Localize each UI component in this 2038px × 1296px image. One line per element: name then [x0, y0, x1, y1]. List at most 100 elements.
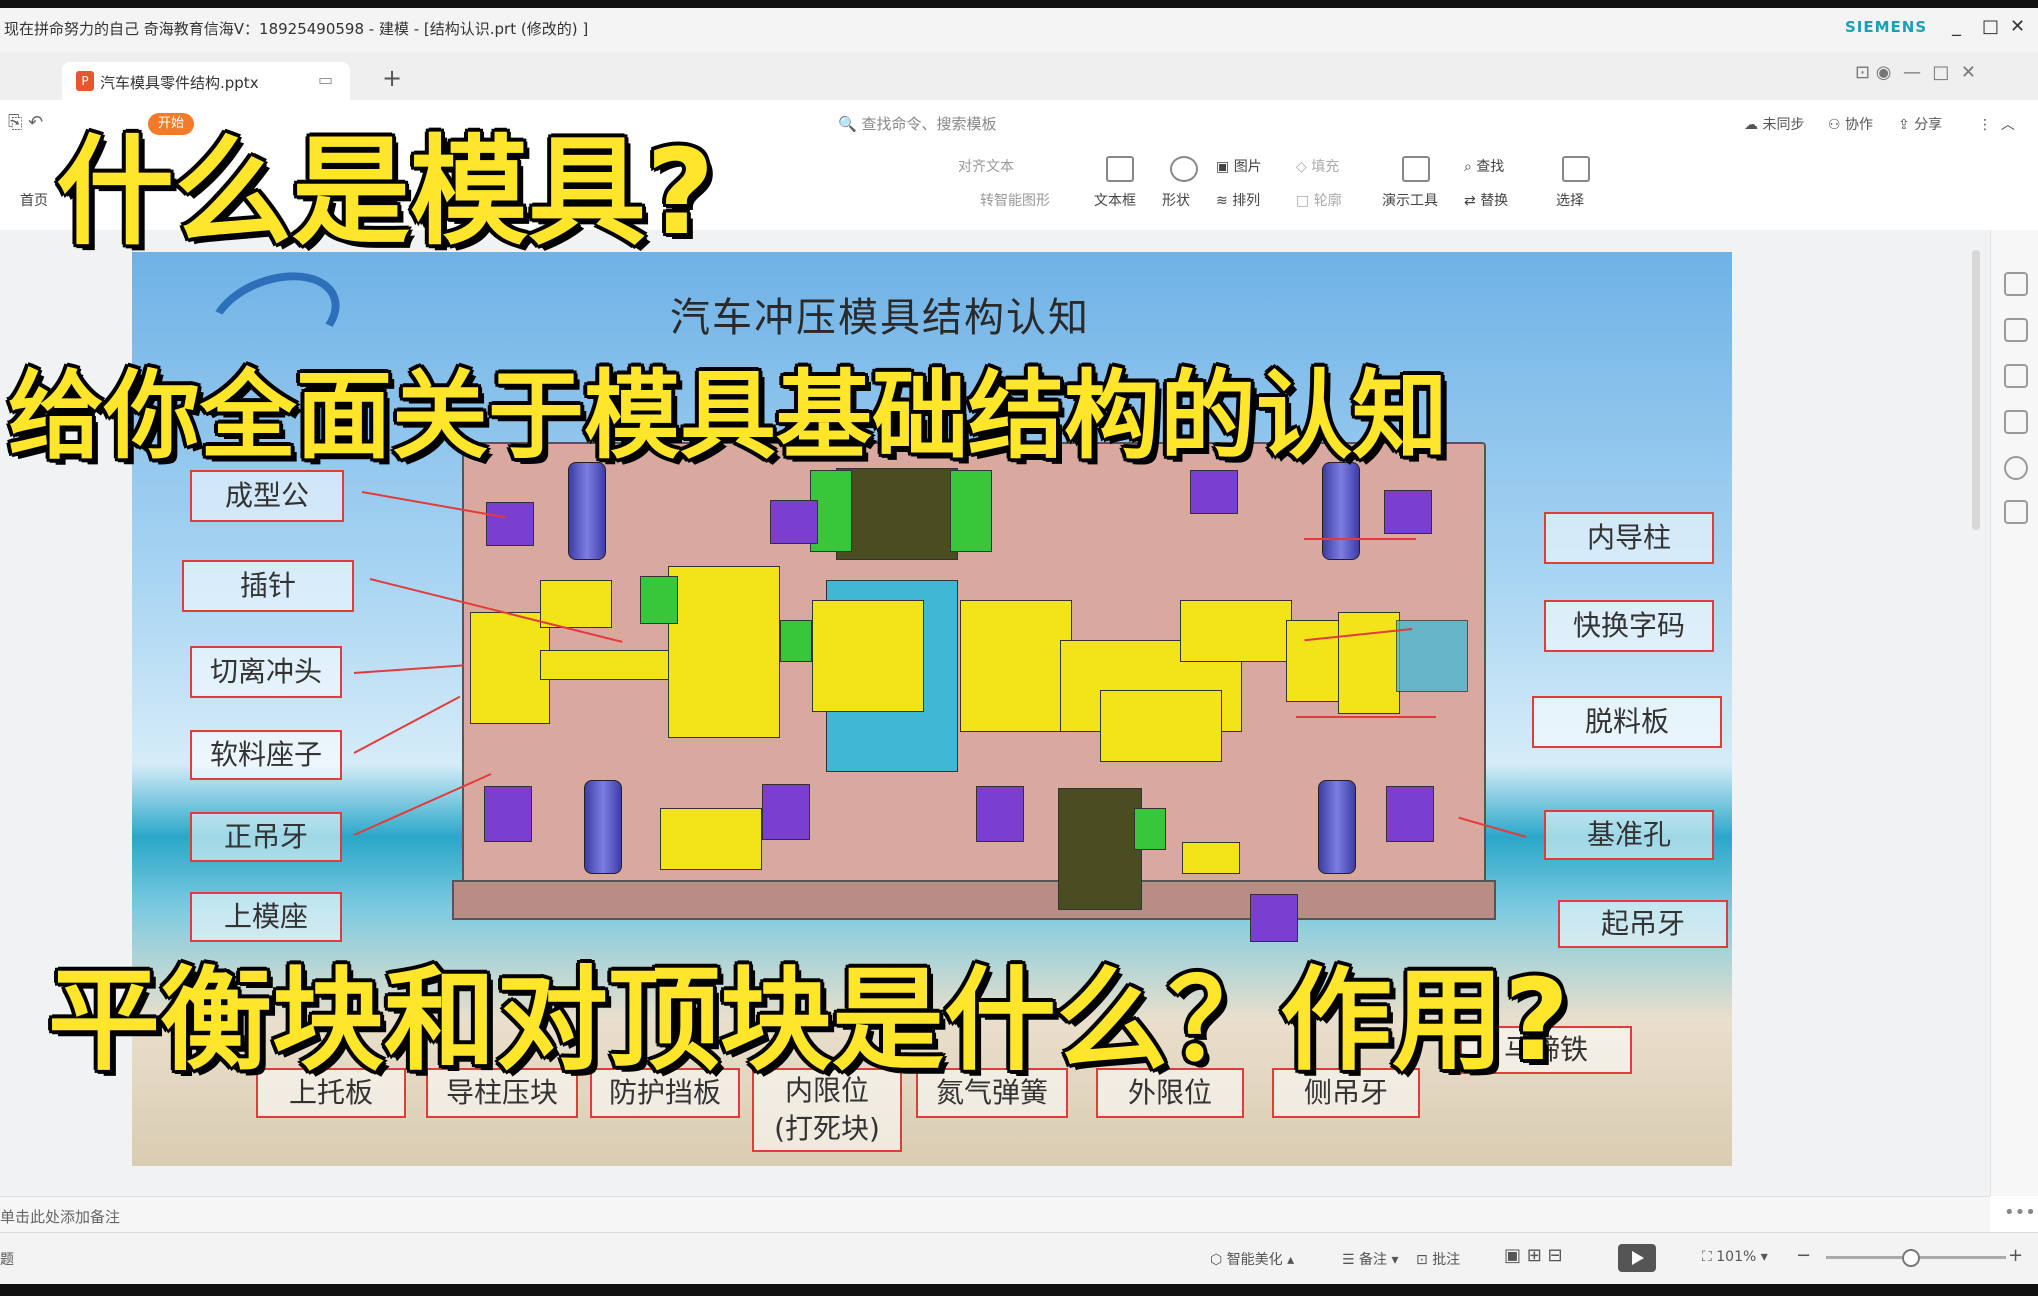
ribbon-image[interactable]: ▣ 图片: [1216, 156, 1262, 176]
label-material-seat: 软料座子: [190, 730, 342, 780]
die-part: [1058, 788, 1142, 910]
die-part: [836, 468, 958, 560]
animation-icon[interactable]: [2004, 364, 2028, 388]
file-icon[interactable]: ⎘ ↶: [8, 112, 43, 133]
leader-line: [1296, 716, 1436, 718]
style-icon[interactable]: [2004, 272, 2028, 296]
label-forming-punch: 成型公: [190, 470, 344, 522]
close-button[interactable]: ✕: [2010, 16, 2025, 37]
die-part: [950, 470, 992, 552]
share-label: 分享: [1914, 117, 1943, 133]
ribbon-replace[interactable]: ⇄ 替换: [1464, 190, 1508, 210]
ribbon-find[interactable]: ⌕ 查找: [1464, 156, 1504, 176]
die-part: [540, 580, 612, 628]
zoom-slider-handle[interactable]: [1902, 1249, 1920, 1267]
die-part: [484, 786, 532, 842]
zoom-in-button[interactable]: +: [2008, 1245, 2023, 1266]
shape-icon: [1170, 156, 1198, 182]
ribbon-select[interactable]: 选择: [1556, 190, 1584, 210]
ribbon-outline-label: 轮廓: [1313, 193, 1342, 209]
window-title: 现在拼命努力的自己 奇海教育信海V：18925490598 - 建模 - [结构…: [4, 20, 589, 38]
backup-icon[interactable]: [2004, 500, 2028, 524]
ribbon-arrange[interactable]: ≋ 排列: [1216, 190, 1260, 210]
die-part: [960, 600, 1072, 732]
die-part: [660, 808, 762, 870]
leader-line: [1304, 538, 1416, 540]
fit-icon[interactable]: ⛶ 101% ▾: [1702, 1249, 1768, 1265]
die-part: [780, 620, 812, 662]
tab-document-label: 汽车模具零件结构.pptx: [100, 74, 259, 92]
smart-beautify-button[interactable]: ⬡ 智能美化 ▴: [1210, 1249, 1294, 1269]
die-part: [1100, 690, 1222, 762]
brand-logo: SIEMENS: [1845, 18, 1928, 36]
more-icon[interactable]: •••: [2004, 1202, 2036, 1223]
zoom-out-button[interactable]: −: [1796, 1245, 1811, 1266]
ribbon-smart-art[interactable]: 转智能图形: [980, 190, 1050, 210]
die-part: [1386, 786, 1434, 842]
ribbon-fill-label: 填充: [1311, 159, 1340, 175]
more-icon[interactable]: ⋮ ︿: [1978, 114, 2015, 134]
notes-toggle-label: 备注: [1359, 1252, 1388, 1268]
ribbon-image-label: 图片: [1233, 159, 1262, 175]
label-datum-hole: 基准孔: [1544, 810, 1714, 860]
view-mode-icons[interactable]: ▣ ⊞ ⊟: [1504, 1245, 1563, 1266]
select-icon: [1562, 156, 1590, 182]
caption-question: 平衡块和对顶块是什么？作用?: [48, 956, 1569, 1086]
die-part: [1384, 490, 1432, 534]
caption-headline: 什么是模具?: [56, 123, 715, 261]
die-lower-plate: [452, 880, 1496, 920]
notes-toggle-button[interactable]: ☰ 备注 ▾: [1342, 1249, 1399, 1269]
sync-status[interactable]: ☁ 未同步: [1744, 114, 1804, 134]
comments-button[interactable]: ⊡ 批注: [1416, 1249, 1460, 1269]
command-search-placeholder: 查找命令、搜索模板: [861, 115, 997, 133]
die-part: [1182, 842, 1240, 874]
window-frame-bottom: [0, 1284, 2038, 1296]
minimize-button[interactable]: _: [1952, 16, 1961, 37]
zoom-level: 101%: [1716, 1249, 1757, 1265]
die-part: [486, 502, 534, 546]
ribbon-shape[interactable]: 形状: [1162, 190, 1190, 210]
new-tab-button[interactable]: +: [382, 64, 402, 92]
guide-post: [584, 780, 622, 874]
ribbon-align-text[interactable]: 对齐文本: [958, 156, 1014, 176]
maximize-button[interactable]: □: [1982, 16, 1999, 37]
command-search-input[interactable]: 🔍 查找命令、搜索模板: [838, 113, 996, 134]
label-quick-change-code: 快换字码: [1544, 600, 1714, 652]
ribbon-textbox[interactable]: 文本框: [1094, 190, 1136, 210]
label-stripper-plate: 脱料板: [1532, 696, 1722, 748]
label-insert-pin: 插针: [182, 560, 354, 612]
notes-pane[interactable]: [0, 1196, 1990, 1233]
label-lifting-lug: 起吊牙: [1558, 900, 1728, 948]
die-part: [1180, 600, 1292, 662]
share-button[interactable]: ⇪ 分享: [1898, 114, 1942, 134]
collab-label: 协作: [1845, 117, 1874, 133]
help-icon[interactable]: [2004, 456, 2028, 480]
ribbon-first-page[interactable]: 首页: [20, 190, 48, 210]
die-part: [1338, 612, 1400, 714]
smart-beautify-label: 智能美化: [1226, 1252, 1283, 1268]
ribbon-fill[interactable]: ◇ 填充: [1296, 156, 1339, 176]
caption-subheadline: 给你全面关于模具基础结构的认知: [8, 360, 1448, 472]
textbox-icon: [1106, 156, 1134, 182]
die-part: [540, 650, 672, 680]
notes-placeholder[interactable]: 单击此处添加备注: [0, 1206, 120, 1227]
sync-label: 未同步: [1762, 117, 1805, 133]
transition-icon[interactable]: [2004, 410, 2028, 434]
ribbon-find-label: 查找: [1476, 159, 1505, 175]
label-front-lift-lug: 正吊牙: [190, 812, 342, 862]
tab-right-icons[interactable]: ⊡ ◉ — □ ✕: [1855, 62, 1976, 83]
label-inner-guide-post: 内导柱: [1544, 512, 1714, 564]
die-part: [668, 566, 780, 738]
ribbon-present-tools[interactable]: 演示工具: [1382, 190, 1438, 210]
die-part: [976, 786, 1024, 842]
collab-button[interactable]: ⚇ 协作: [1828, 114, 1873, 134]
label-cutoff-punch: 切离冲头: [190, 646, 342, 698]
settings-icon[interactable]: [2004, 318, 2028, 342]
pptx-file-icon: P: [76, 71, 94, 91]
ribbon-outline[interactable]: □ 轮廓: [1296, 190, 1342, 210]
ribbon-arrange-label: 排列: [1232, 193, 1261, 209]
tab-close-icon[interactable]: ▭: [318, 70, 333, 89]
present-tools-icon: [1402, 156, 1430, 182]
vertical-scrollbar[interactable]: [1972, 250, 1980, 530]
die-part: [762, 784, 810, 840]
